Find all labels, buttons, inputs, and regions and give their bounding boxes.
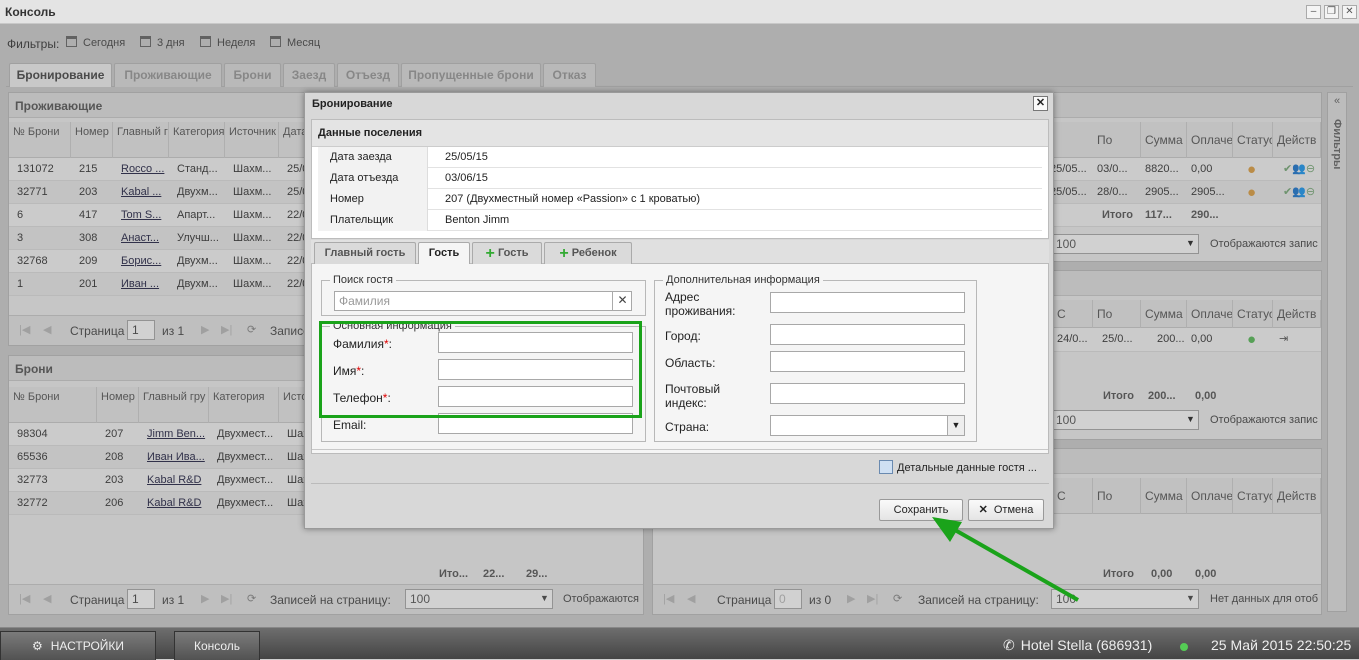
settings-label: НАСТРОЙКИ (50, 639, 125, 653)
close-icon[interactable]: ✕ (1033, 96, 1048, 111)
name-field[interactable] (438, 359, 633, 380)
email-field[interactable] (438, 413, 633, 434)
minimize-icon[interactable]: – (1306, 5, 1321, 19)
tab-add-guest-label: Гость (497, 247, 529, 259)
divider (312, 449, 1048, 450)
guest-search-legend: Поиск гостя (333, 274, 393, 286)
address-label: Адрес проживания: (665, 290, 736, 318)
colon: : (387, 391, 391, 405)
hotel-info: ✆ Hotel Stella (686931) (1003, 637, 1152, 654)
country-select[interactable] (770, 415, 965, 436)
settings-button[interactable]: ⚙ НАСТРОЙКИ (0, 631, 156, 660)
tab-add-child[interactable]: + Ребенок (544, 242, 632, 264)
dialog-title: Бронирование (312, 98, 393, 110)
phone-icon: ✆ (1003, 637, 1015, 653)
chevron-down-icon[interactable]: ▼ (947, 416, 964, 435)
postal-label: Почтовый индекс: (665, 382, 721, 410)
colon: : (388, 337, 392, 351)
guest-search-group: Поиск гостя Фамилия ✕ (321, 274, 646, 316)
window-titlebar: Консоль – ❐ ✕ (0, 0, 1359, 24)
console-button[interactable]: Консоль (174, 631, 260, 660)
detail-key: Плательщик (318, 210, 428, 231)
region-label: Область: (665, 356, 716, 370)
window-title: Консоль (5, 5, 56, 19)
basic-info-legend: Основная информация (333, 320, 452, 332)
plus-icon: + (485, 245, 495, 262)
guest-details-label: Детальные данные гостя ... (897, 462, 1037, 474)
city-label: Город: (665, 329, 701, 343)
detail-value: Benton Jimm (445, 214, 510, 226)
extra-info-group: Дополнительная информация Адрес проживан… (654, 274, 977, 442)
tab-add-guest[interactable]: + Гость (472, 242, 542, 264)
surname-label-text: Фамилия (333, 337, 384, 351)
tab-add-child-label: Ребенок (571, 247, 617, 259)
postal-field[interactable] (770, 383, 965, 404)
detail-row: Плательщик Benton Jimm (318, 210, 1042, 231)
guest-tabs: Главный гость Гость + Гость + Ребенок (311, 240, 1049, 264)
guest-details-link[interactable]: Детальные данные гостя ... (879, 460, 1037, 474)
guest-search-input[interactable]: Фамилия (334, 291, 632, 311)
restore-icon[interactable]: ❐ (1324, 5, 1339, 19)
address-field[interactable] (770, 292, 965, 313)
booking-dialog: Бронирование ✕ Данные поселения Дата зае… (304, 92, 1054, 529)
detail-row: Дата заезда 25/05/15 (318, 147, 1042, 168)
basic-info-group: Основная информация Фамилия*: Имя*: Теле… (321, 320, 646, 442)
hotel-name: Hotel Stella (686931) (1020, 637, 1153, 653)
detail-key: Дата отъезда (318, 168, 428, 189)
surname-field[interactable] (438, 332, 633, 353)
datetime: 25 Май 2015 22:50:25 (1211, 637, 1352, 653)
plus-icon: + (559, 245, 569, 262)
section-title: Данные поселения (312, 120, 1048, 147)
detail-key: Номер (318, 189, 428, 210)
detail-value: 207 (Двухместный номер «Passion» с 1 кро… (445, 193, 701, 205)
colon: : (361, 364, 365, 378)
detail-key: Дата заезда (318, 147, 428, 168)
gear-icon: ⚙ (31, 639, 43, 653)
taskbar: ⚙ НАСТРОЙКИ Консоль ✆ Hotel Stella (686931… (0, 627, 1359, 660)
email-label: Email: (333, 418, 367, 432)
detail-value: 03/06/15 (445, 172, 488, 184)
surname-label: Фамилия*: (333, 337, 392, 351)
name-label-text: Имя (333, 364, 357, 378)
annotation-arrow (932, 517, 1079, 602)
close-window-icon[interactable]: ✕ (1342, 5, 1357, 19)
online-status-icon (1180, 643, 1188, 651)
detail-value: 25/05/15 (445, 151, 488, 163)
clear-icon[interactable]: ✕ (612, 291, 632, 311)
phone-label: Телефон*: (333, 391, 391, 405)
phone-field[interactable] (438, 386, 633, 407)
guest-form: Поиск гостя Фамилия ✕ Основная информаци… (311, 264, 1049, 454)
detail-row: Номер 207 (Двухместный номер «Passion» с … (318, 189, 1042, 210)
detail-row: Дата отъезда 03/06/15 (318, 168, 1042, 189)
name-label: Имя*: (333, 364, 364, 378)
region-field[interactable] (770, 351, 965, 372)
extra-info-legend: Дополнительная информация (666, 274, 820, 286)
tab-main-guest[interactable]: Главный гость (314, 242, 416, 264)
settlement-section: Данные поселения Дата заезда 25/05/15 Дат… (311, 119, 1049, 239)
country-label: Страна: (665, 420, 710, 434)
divider (311, 483, 1049, 484)
tab-guest[interactable]: Гость (418, 242, 470, 264)
guest-card-icon (879, 460, 893, 474)
phone-label-text: Телефон (333, 391, 383, 405)
city-field[interactable] (770, 324, 965, 345)
